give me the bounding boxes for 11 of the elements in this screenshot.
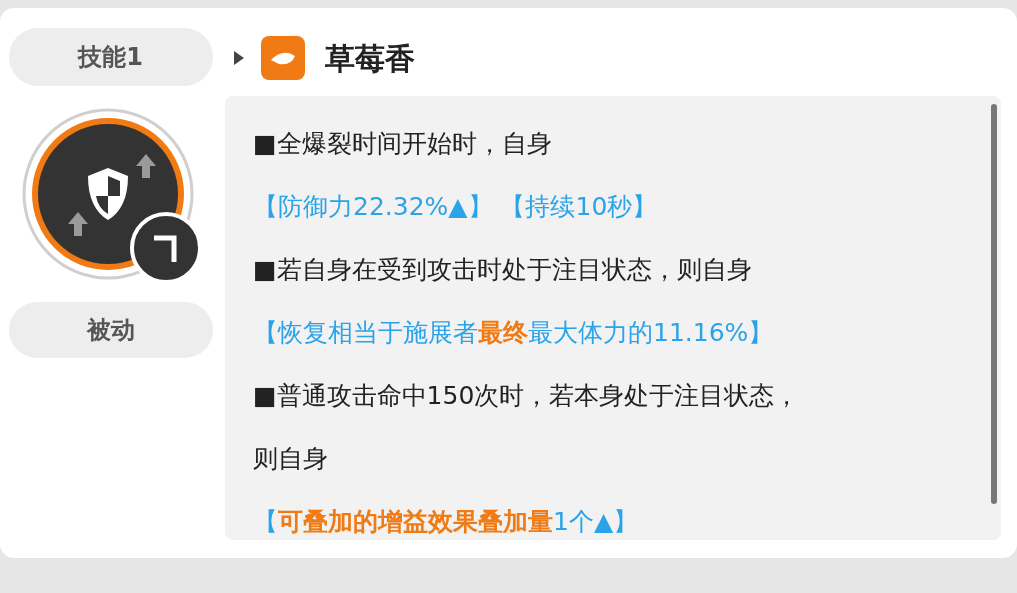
skill-title: 草莓香 — [325, 39, 415, 78]
description-line: ■若自身在受到攻击时处于注目状态，则自身 — [253, 253, 753, 286]
description-line: 【防御力22.32%▲】 【持续10秒】 — [253, 190, 659, 223]
description-line: 【恢复相当于施展者最终最大体力的11.16%】 — [253, 316, 775, 349]
description-line: 则自身 — [253, 442, 329, 475]
description-line: ■普通攻击命中150次时，若本身处于注目状态， — [253, 379, 801, 412]
expand-arrow-icon[interactable] — [233, 50, 245, 66]
description-line: 【可叠加的增益效果叠加量1个▲】 — [253, 505, 640, 538]
scrollbar[interactable] — [991, 104, 997, 504]
description-line: ■全爆裂时间开始时，自身 — [253, 127, 553, 160]
skill-type-label: 被动 — [8, 302, 213, 358]
